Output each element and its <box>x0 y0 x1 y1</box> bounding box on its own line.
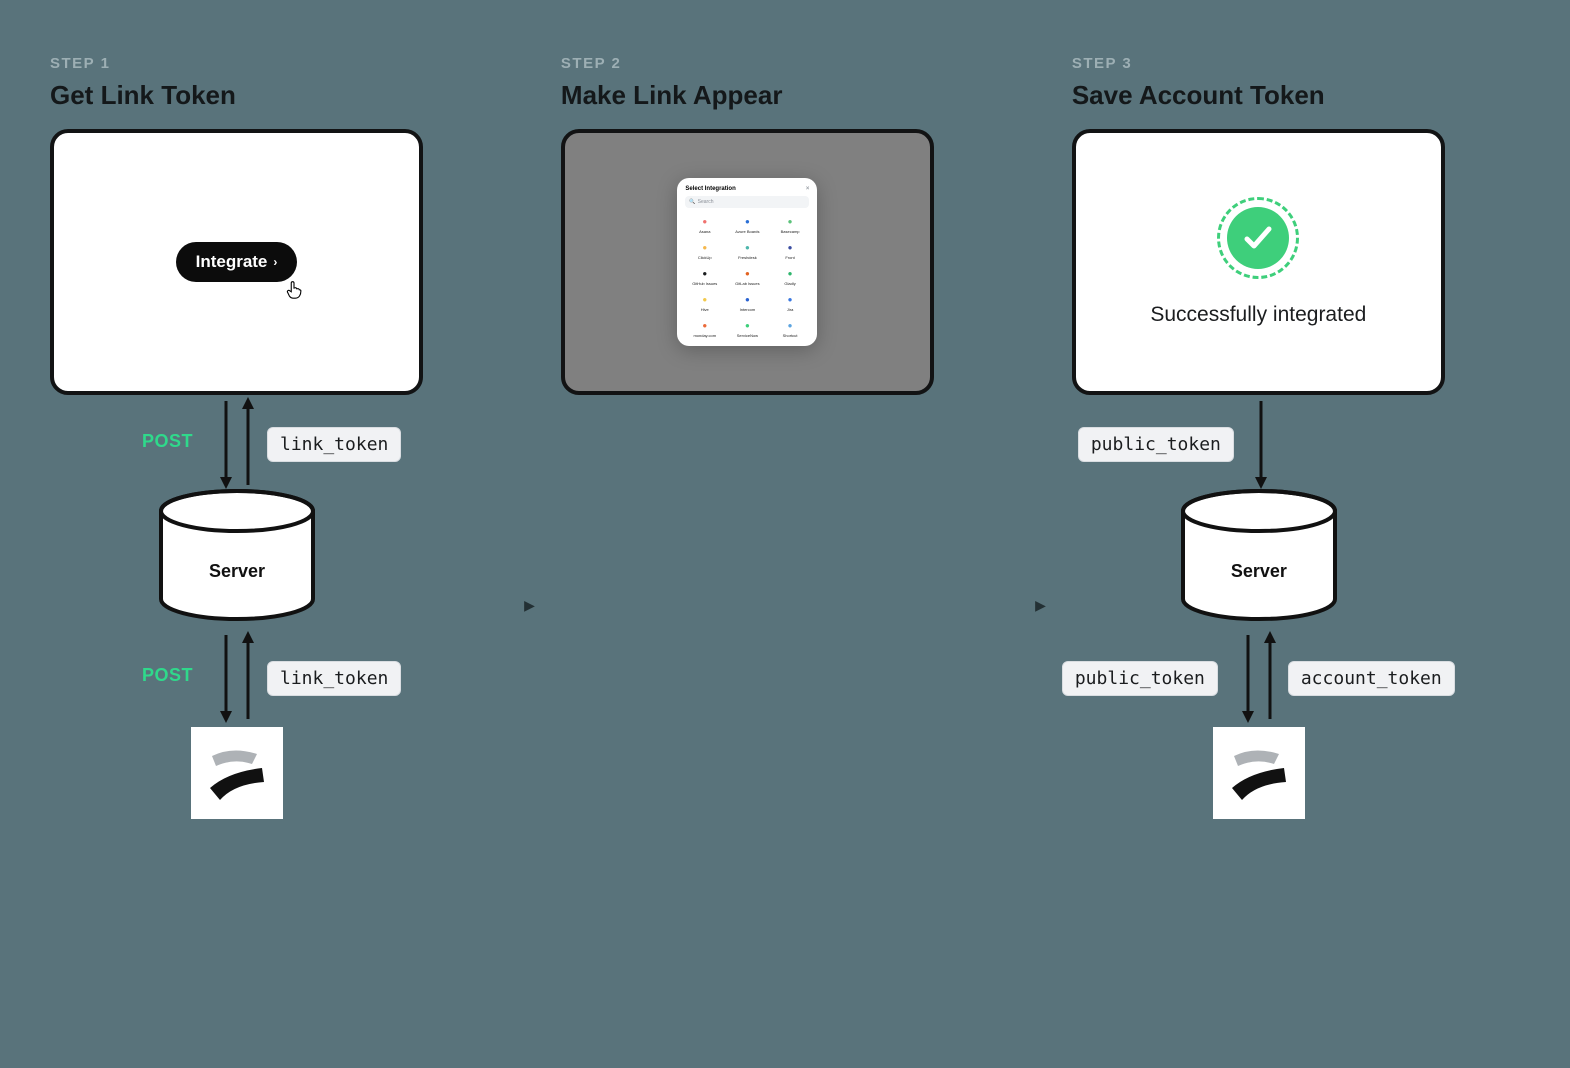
success-check-icon <box>1217 197 1299 279</box>
integration-label: Shortcut <box>771 333 810 338</box>
step-3-column: STEP 3 Save Account Token Successfully i… <box>1072 55 1520 955</box>
server-label-1: Server <box>157 561 317 582</box>
step-3-flow: public_token Server public_token <box>1072 395 1445 955</box>
integration-icon: ● <box>698 318 712 332</box>
integration-option[interactable]: ●ClickUp <box>685 240 724 260</box>
integration-option[interactable]: ●Freshdesk <box>728 240 767 260</box>
integration-option[interactable]: ●GitLab Issues <box>728 266 767 286</box>
integration-label: GitLab Issues <box>728 281 767 286</box>
integration-label: Freshdesk <box>728 255 767 260</box>
integration-label: Front <box>771 255 810 260</box>
server-cylinder-1: Server <box>157 489 317 629</box>
merge-logo-1 <box>191 727 283 819</box>
hand-cursor-icon <box>283 278 305 300</box>
step-1-flow: POST link_token Server <box>50 395 423 955</box>
search-icon: 🔍 <box>689 199 695 205</box>
step-2-panel: Select Integration × 🔍Search ●Asana●Azur… <box>561 129 934 395</box>
close-icon[interactable]: × <box>806 186 810 192</box>
account-token-tag: account_token <box>1288 661 1455 696</box>
integrate-button-label: Integrate <box>196 252 268 272</box>
integration-label: ServiceNow <box>728 333 767 338</box>
arrows-server-merge-1 <box>214 629 264 723</box>
integration-label: Jira <box>771 307 810 312</box>
integration-label: monday.com <box>685 333 724 338</box>
integration-label: Azure Boards <box>728 229 767 234</box>
integration-option[interactable]: ●Shortcut <box>771 318 810 338</box>
integration-icon: ● <box>740 318 754 332</box>
arrows-panel-server-1 <box>214 395 264 489</box>
arrow-down-1 <box>1252 395 1270 489</box>
step-1-column: STEP 1 Get Link Token Integrate › <box>50 55 498 955</box>
integration-icon: ● <box>783 318 797 332</box>
integration-icon: ● <box>740 240 754 254</box>
success-text: Successfully integrated <box>1150 303 1366 327</box>
step-1-label: STEP 1 <box>50 55 498 72</box>
integration-grid: ●Asana●Azure Boards●Basecamp●ClickUp●Fre… <box>685 214 809 338</box>
step-3-title: Save Account Token <box>1072 80 1520 111</box>
step-2-title: Make Link Appear <box>561 80 1009 111</box>
flow-arrow-1: ▶ <box>524 597 535 614</box>
integration-option[interactable]: ●Gladly <box>771 266 810 286</box>
integration-option[interactable]: ●Intercom <box>728 292 767 312</box>
integration-label: Intercom <box>728 307 767 312</box>
integration-label: GitHub Issues <box>685 281 724 286</box>
integration-option[interactable]: ●Asana <box>685 214 724 234</box>
integrate-button[interactable]: Integrate › <box>176 242 298 282</box>
step-3-panel: Successfully integrated <box>1072 129 1445 395</box>
integration-icon: ● <box>783 292 797 306</box>
integration-option[interactable]: ●Jira <box>771 292 810 312</box>
integration-option[interactable]: ●GitHub Issues <box>685 266 724 286</box>
step-3-label: STEP 3 <box>1072 55 1520 72</box>
integration-icon: ● <box>783 240 797 254</box>
server-cylinder-2: Server <box>1179 489 1339 629</box>
integration-icon: ● <box>783 214 797 228</box>
step-2-column: STEP 2 Make Link Appear Select Integrati… <box>561 55 1009 395</box>
post-label-1: POST <box>142 431 193 452</box>
chevron-right-icon: › <box>273 255 277 269</box>
integration-label: Gladly <box>771 281 810 286</box>
integration-icon: ● <box>740 214 754 228</box>
integration-modal: Select Integration × 🔍Search ●Asana●Azur… <box>677 178 817 346</box>
merge-logo-2 <box>1213 727 1305 819</box>
integration-option[interactable]: ●Azure Boards <box>728 214 767 234</box>
public-token-tag-2: public_token <box>1062 661 1218 696</box>
step-1-panel: Integrate › <box>50 129 423 395</box>
flow-arrow-2: ▶ <box>1035 597 1046 614</box>
public-token-tag-1: public_token <box>1078 427 1234 462</box>
integration-icon: ● <box>783 266 797 280</box>
integration-option[interactable]: ●Basecamp <box>771 214 810 234</box>
integration-icon: ● <box>698 292 712 306</box>
link-token-tag-2: link_token <box>267 661 401 696</box>
integration-option[interactable]: ●monday.com <box>685 318 724 338</box>
integration-label: Basecamp <box>771 229 810 234</box>
integration-option[interactable]: ●Front <box>771 240 810 260</box>
integration-option[interactable]: ●ServiceNow <box>728 318 767 338</box>
server-label-2: Server <box>1179 561 1339 582</box>
integration-icon: ● <box>740 266 754 280</box>
integration-icon: ● <box>698 214 712 228</box>
step-2-label: STEP 2 <box>561 55 1009 72</box>
integration-icon: ● <box>740 292 754 306</box>
integration-icon: ● <box>698 266 712 280</box>
modal-search-input[interactable]: 🔍Search <box>685 196 809 208</box>
post-label-2: POST <box>142 665 193 686</box>
integration-label: Hive <box>685 307 724 312</box>
integration-option[interactable]: ●Hive <box>685 292 724 312</box>
link-token-tag-1: link_token <box>267 427 401 462</box>
arrows-server-merge-2 <box>1236 629 1286 723</box>
integration-icon: ● <box>698 240 712 254</box>
integration-label: Asana <box>685 229 724 234</box>
integration-label: ClickUp <box>685 255 724 260</box>
modal-title: Select Integration <box>685 186 735 192</box>
step-1-title: Get Link Token <box>50 80 498 111</box>
